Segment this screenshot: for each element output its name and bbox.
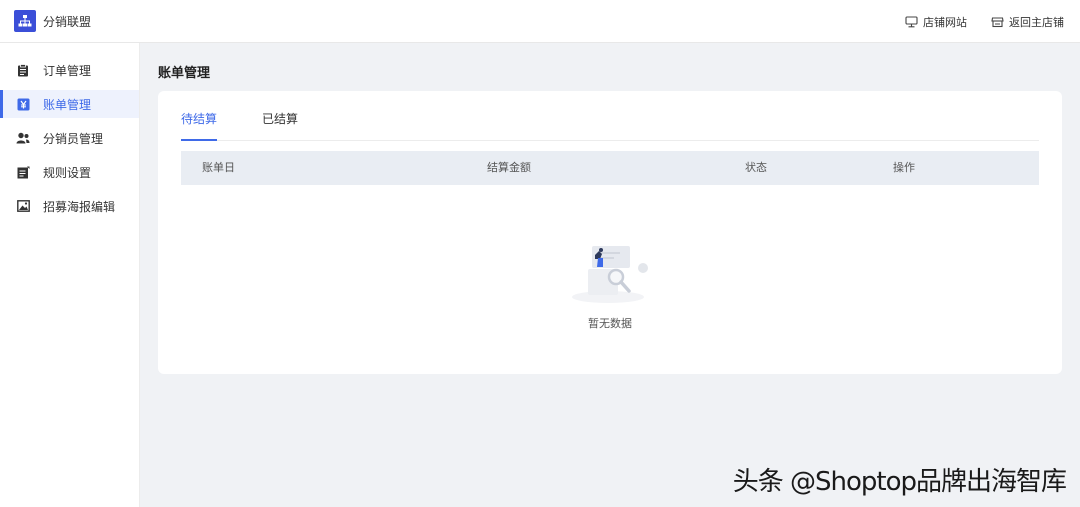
empty-state: 暂无数据 xyxy=(158,241,1062,331)
image-icon xyxy=(16,199,30,213)
sidebar-item-rules[interactable]: 规则设置 xyxy=(0,158,139,186)
page-title: 账单管理 xyxy=(158,66,211,81)
tab-settled[interactable]: 已结算 xyxy=(262,109,298,140)
sidebar-item-orders[interactable]: 订单管理 xyxy=(0,56,139,84)
app-title: 分销联盟 xyxy=(43,14,92,29)
empty-state-text: 暂无数据 xyxy=(588,317,632,330)
app-logo-icon[interactable] xyxy=(14,10,36,32)
monitor-icon xyxy=(905,15,918,27)
table-header: 账单日 结算金额 状态 操作 xyxy=(181,151,1039,185)
watermark: 头条 @Shoptop品牌出海智库 xyxy=(732,467,1067,497)
empty-data-illustration-icon xyxy=(572,246,648,303)
back-to-store-link[interactable]: 返回主店铺 xyxy=(991,14,1064,30)
top-bar: 分销联盟 店铺网站 返回主店铺 xyxy=(0,0,1080,43)
rules-icon xyxy=(16,165,30,179)
column-header-status[interactable]: 状态 xyxy=(745,151,767,185)
column-header-actions[interactable]: 操作 xyxy=(893,151,915,185)
back-to-store-label: 返回主店铺 xyxy=(1009,15,1064,29)
tab-pending-settlement[interactable]: 待结算 xyxy=(181,109,218,141)
sidebar-item-label: 分销员管理 xyxy=(43,131,104,146)
store-icon xyxy=(991,16,1004,27)
sidebar-item-poster-editor[interactable]: 招募海报编辑 xyxy=(0,192,139,220)
users-icon xyxy=(16,131,30,145)
sidebar-item-label: 规则设置 xyxy=(43,165,92,180)
sidebar-item-label: 订单管理 xyxy=(43,63,92,78)
store-website-label: 店铺网站 xyxy=(923,15,967,29)
sidebar-item-billing[interactable]: 账单管理 xyxy=(0,90,139,118)
store-website-link[interactable]: 店铺网站 xyxy=(905,14,967,30)
yen-icon xyxy=(16,97,30,111)
tab-bar: 待结算 已结算 xyxy=(181,109,1039,141)
column-header-settlement-amount[interactable]: 结算金额 xyxy=(487,151,531,185)
billing-card: 待结算 已结算 账单日 结算金额 状态 操作 暂无数据 xyxy=(158,91,1062,374)
clipboard-icon xyxy=(16,63,30,77)
column-header-billing-date[interactable]: 账单日 xyxy=(202,151,235,185)
sidebar-item-distributors[interactable]: 分销员管理 xyxy=(0,124,139,152)
sidebar-item-label: 账单管理 xyxy=(43,97,92,112)
sidebar-item-label: 招募海报编辑 xyxy=(43,199,116,214)
sidebar: 订单管理 账单管理 分销员管理 规则设置 招募海报编辑 xyxy=(0,43,140,507)
